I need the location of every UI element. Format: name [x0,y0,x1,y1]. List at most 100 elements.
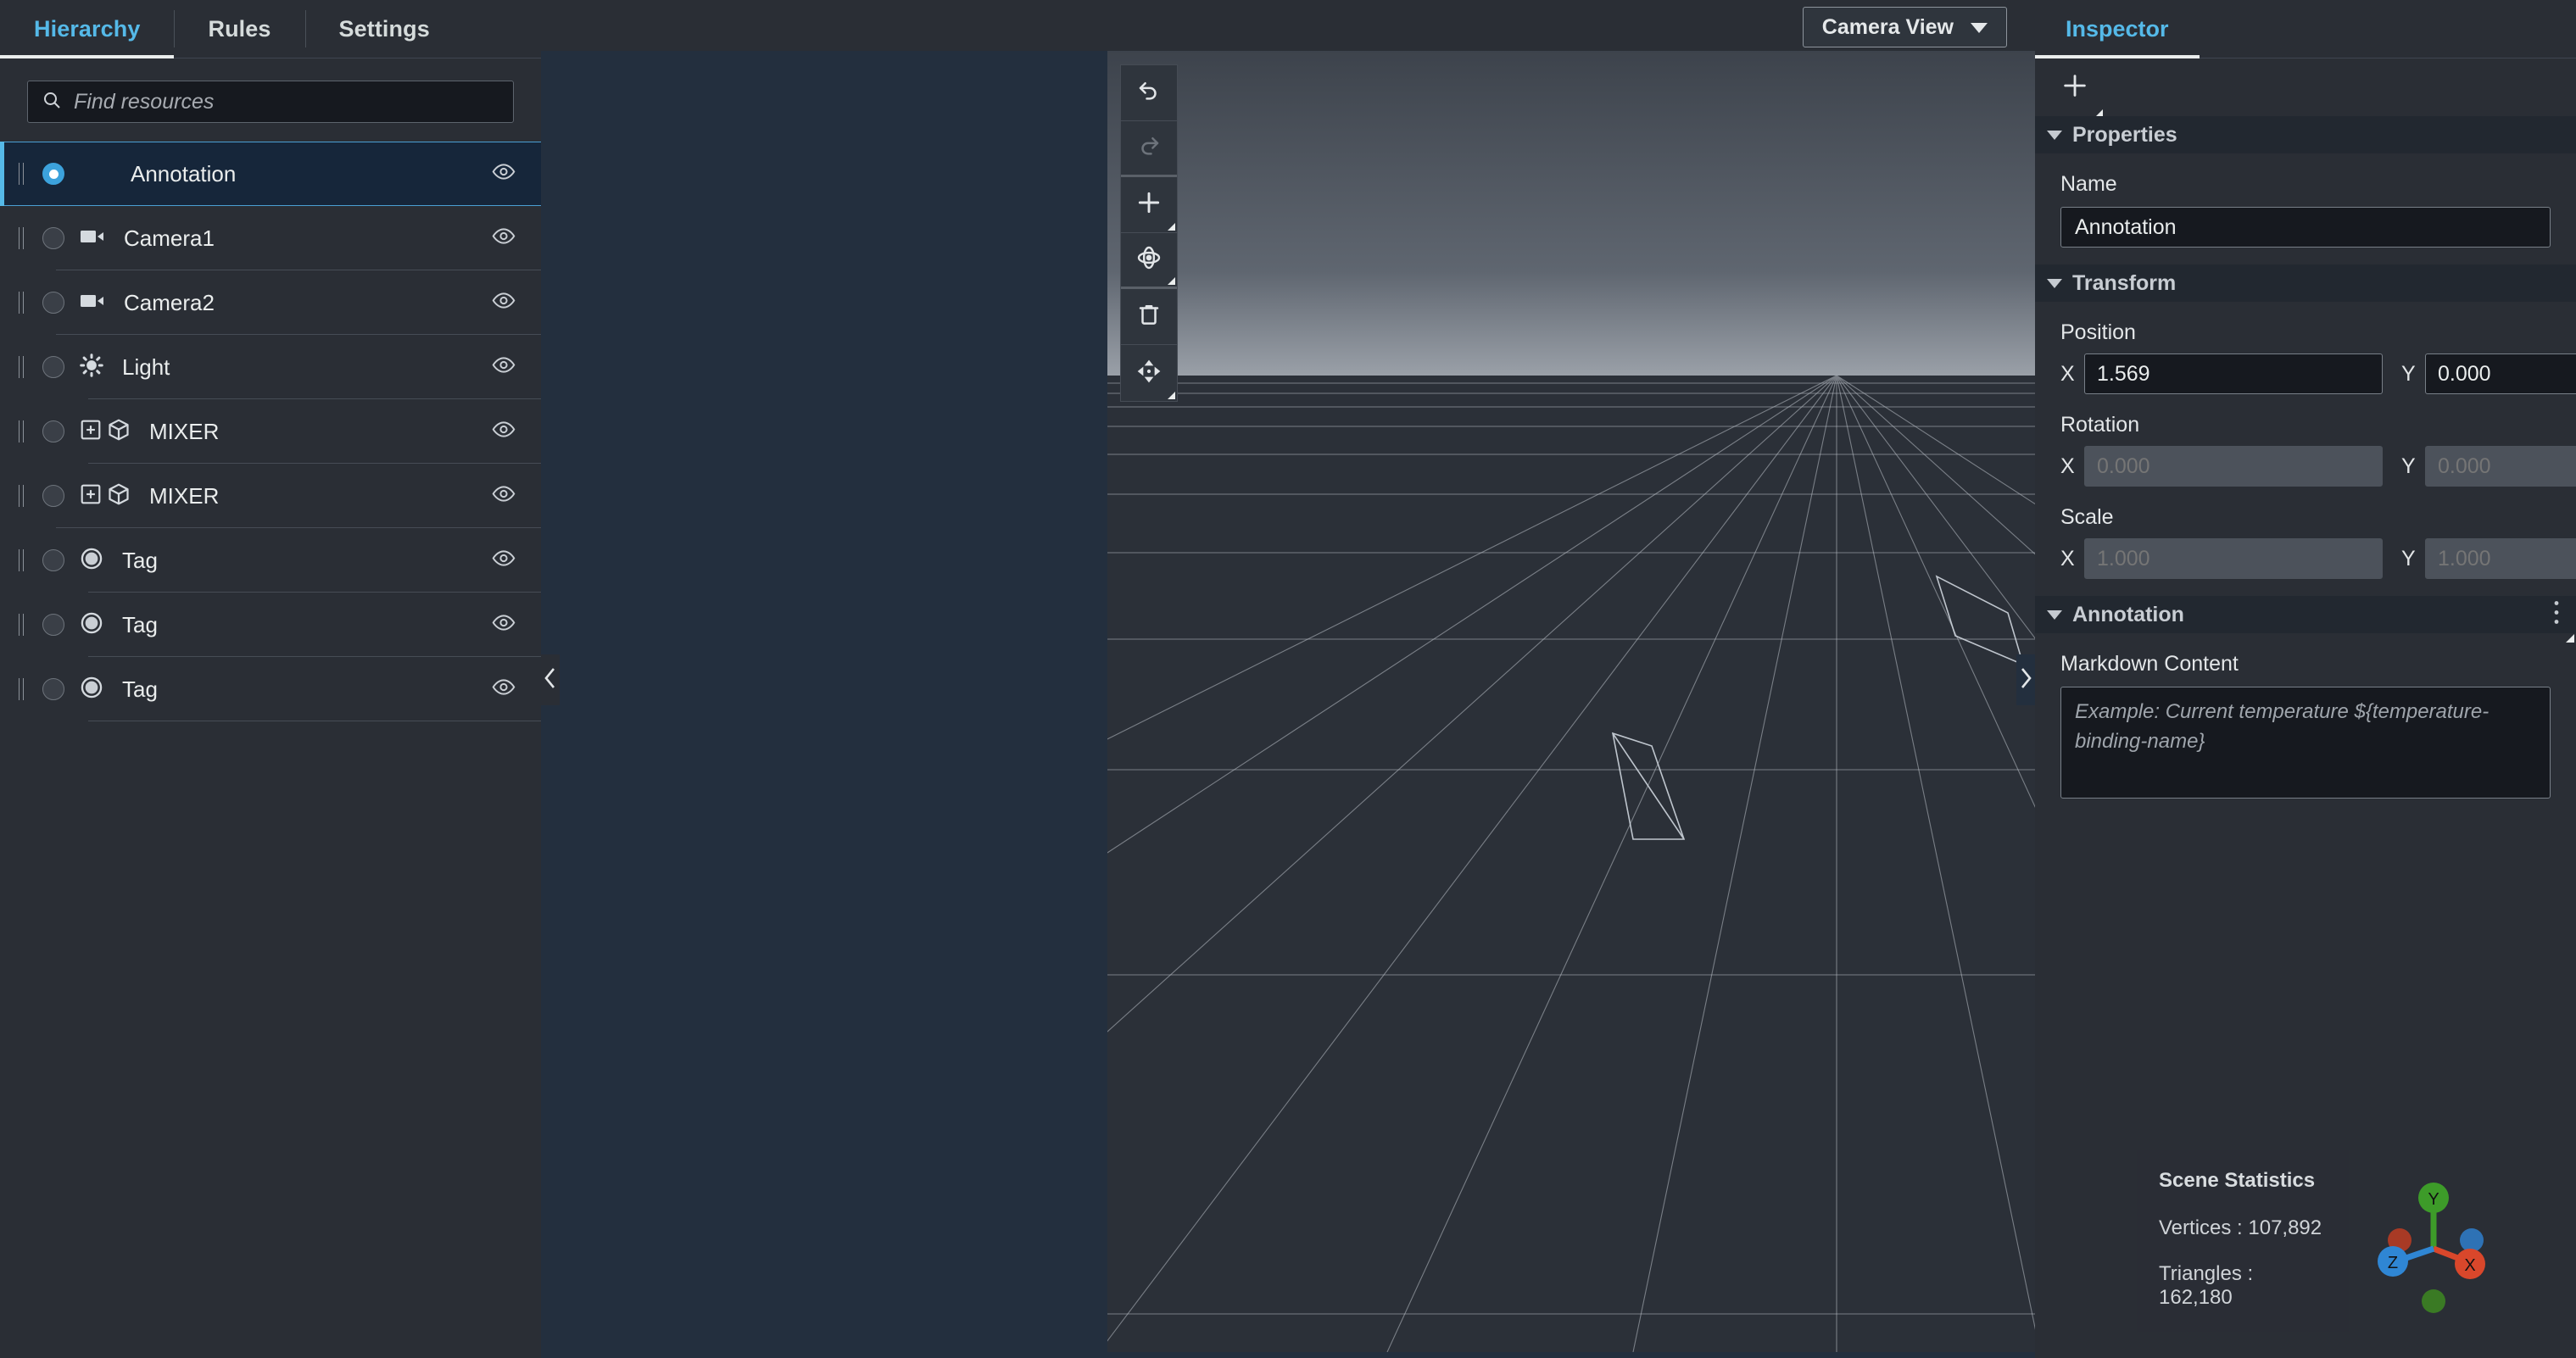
rotation-y-input [2425,446,2576,487]
scene-statistics-panel: Scene Statistics Vertices : 107,892 Tria… [2137,1150,2349,1332]
section-title-annotation: Annotation [2072,602,2184,626]
visibility-eye-icon[interactable] [492,160,516,188]
tab-inspector[interactable]: Inspector [2035,0,2200,58]
drag-handle-icon[interactable] [7,549,36,571]
chevron-left-icon [543,665,558,695]
undo-tool[interactable] [1121,65,1177,121]
section-header-properties[interactable]: Properties [2035,116,2576,153]
position-x-axis-label: X [2060,361,2075,386]
hierarchy-item-tag-1[interactable]: Tag [0,528,541,593]
left-panel-tabs: Hierarchy Rules Settings [0,0,541,58]
trash-icon [1136,302,1162,331]
position-y-input[interactable] [2425,353,2576,394]
drag-handle-icon[interactable] [7,420,36,442]
chevron-down-icon [2047,130,2062,140]
add-component-button[interactable] [2060,71,2103,118]
tab-hierarchy[interactable]: Hierarchy [0,0,175,58]
select-radio[interactable] [42,227,64,249]
dropdown-corner-icon[interactable] [1168,392,1175,399]
kebab-menu-icon[interactable] [2552,598,2561,632]
chevron-down-icon [1971,15,1988,40]
neg-y-handle [2422,1289,2445,1313]
section-header-transform[interactable]: Transform [2035,264,2576,302]
drag-handle-icon[interactable] [7,485,36,507]
item-icons [80,676,103,704]
scale-row: X Y Z [2060,538,2576,579]
collapse-hierarchy-button[interactable] [541,654,560,705]
visibility-eye-icon[interactable] [492,611,516,639]
drag-handle-icon[interactable] [7,678,36,700]
expand-plus-icon[interactable] [80,483,102,509]
add-tool[interactable] [1121,177,1177,233]
dropdown-corner-icon[interactable] [2566,634,2574,643]
collapse-inspector-button[interactable] [2016,654,2035,705]
search-input[interactable] [74,89,499,114]
hierarchy-item-camera2[interactable]: Camera2 [0,270,541,335]
position-x-input[interactable] [2084,353,2383,394]
item-icons [80,292,105,314]
viewport-toolbar [1120,64,1178,402]
plus-icon [1135,189,1163,220]
visibility-eye-icon[interactable] [492,353,516,381]
delete-tool[interactable] [1121,289,1177,345]
move-tool[interactable] [1121,345,1177,401]
select-radio[interactable] [42,292,64,314]
camera-view-dropdown[interactable]: Camera View [1802,7,2007,47]
select-radio[interactable] [42,614,64,636]
tag-icon [80,547,103,575]
hierarchy-item-annotation[interactable]: Annotation [0,142,541,206]
tab-settings[interactable]: Settings [304,0,464,58]
select-radio[interactable] [42,420,64,442]
chevron-right-icon [2018,665,2033,695]
select-radio[interactable] [42,163,64,185]
drag-handle-icon[interactable] [7,292,36,314]
hierarchy-item-tag-2[interactable]: Tag [0,593,541,657]
visibility-eye-icon[interactable] [492,482,516,510]
visibility-eye-icon[interactable] [492,547,516,575]
section-header-annotation[interactable]: Annotation [2035,596,2576,643]
dropdown-corner-icon[interactable] [1168,223,1175,231]
hierarchy-item-mixer-1[interactable]: MIXER [0,399,541,464]
hierarchy-item-tag-3[interactable]: Tag [0,657,541,721]
search-icon [42,90,62,114]
drag-handle-icon[interactable] [7,163,36,185]
orbit-tool[interactable] [1121,233,1177,289]
name-input[interactable] [2060,207,2551,248]
hierarchy-item-label: MIXER [149,418,220,444]
select-radio[interactable] [42,356,64,378]
tab-rules-label: Rules [208,15,271,42]
hierarchy-item-camera1[interactable]: Camera1 [0,206,541,270]
axis-orientation-gizmo[interactable]: Y X Z [2357,1174,2510,1327]
cube-icon [107,482,131,510]
x-axis-label: X [2464,1256,2475,1275]
rotation-x-input [2084,446,2383,487]
item-icons [80,353,103,381]
visibility-eye-icon[interactable] [492,225,516,253]
dropdown-corner-icon[interactable] [1168,277,1175,285]
redo-tool[interactable] [1121,121,1177,177]
expand-plus-icon[interactable] [80,419,102,445]
tab-rules[interactable]: Rules [174,0,304,58]
visibility-eye-icon[interactable] [492,289,516,317]
hierarchy-item-label: Tag [122,611,158,637]
markdown-content-textarea[interactable] [2060,687,2551,799]
drag-handle-icon[interactable] [7,614,36,636]
select-radio[interactable] [42,678,64,700]
search-box[interactable] [27,81,514,123]
drag-handle-icon[interactable] [7,356,36,378]
visibility-eye-icon[interactable] [492,418,516,446]
visibility-eye-icon[interactable] [492,676,516,704]
hierarchy-list: Annotation Camera1 Camera2 Light MIXER M… [0,142,541,1358]
hierarchy-item-label: Camera1 [124,225,215,251]
viewport-topbar: Camera View [541,0,2035,51]
hierarchy-item-mixer-2[interactable]: MIXER [0,464,541,528]
name-label: Name [2060,172,2117,196]
item-icons [80,482,131,510]
scale-x-axis-label: X [2060,546,2075,570]
orbit-icon [1135,244,1163,275]
drag-handle-icon[interactable] [7,227,36,249]
select-radio[interactable] [42,485,64,507]
select-radio[interactable] [42,549,64,571]
hierarchy-item-label: MIXER [149,482,220,509]
hierarchy-item-light[interactable]: Light [0,335,541,399]
